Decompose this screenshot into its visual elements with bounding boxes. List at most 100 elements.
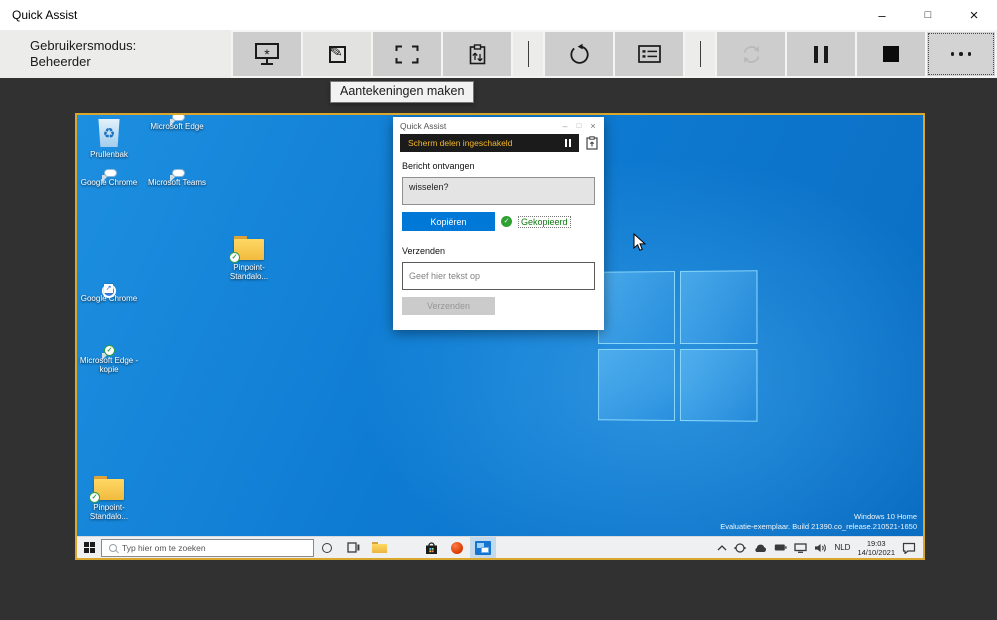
- remote-close-button[interactable]: ×: [586, 121, 600, 131]
- maximize-icon: □: [925, 9, 932, 21]
- action-center-icon[interactable]: [902, 542, 916, 554]
- restart-button[interactable]: [545, 32, 613, 76]
- monitor-annotation-button[interactable]: *: [233, 32, 301, 76]
- instructions-icon: [469, 44, 486, 65]
- window-controls: – □ ×: [859, 0, 997, 30]
- task-view-icon: [347, 542, 360, 553]
- minimize-icon: –: [878, 8, 885, 23]
- desktop-icon-edge-kopie[interactable]: ✓ Microsoft Edge - kopie: [77, 353, 141, 374]
- app-titlebar: Quick Assist – □ ×: [0, 0, 997, 30]
- network-icon[interactable]: [794, 543, 807, 553]
- minimize-button[interactable]: –: [859, 0, 905, 30]
- cloud-badge-icon: [172, 169, 185, 177]
- user-mode-label: Gebruikersmodus: Beheerder: [0, 30, 231, 78]
- cortana-button[interactable]: [314, 537, 340, 559]
- copy-button[interactable]: Kopiëren: [402, 212, 495, 231]
- taskbar-search-box[interactable]: [101, 539, 314, 557]
- desktop-icon-google-chrome[interactable]: ↗ Google Chrome: [77, 291, 141, 303]
- stop-icon: [883, 46, 899, 62]
- folder-icon: ✓: [234, 236, 264, 260]
- quick-assist-icon: [475, 541, 491, 555]
- update-status-icon[interactable]: [734, 542, 746, 554]
- windows-wallpaper-logo: [598, 270, 757, 422]
- task-view-button[interactable]: [340, 537, 366, 559]
- start-button[interactable]: [77, 537, 101, 559]
- copied-check-icon: ✓: [501, 216, 512, 227]
- recycle-bin-icon: ♻: [97, 119, 121, 147]
- desktop-icon-google-chrome-file[interactable]: Google Chrome: [77, 175, 141, 187]
- tooltip: Aantekeningen maken: [330, 81, 474, 103]
- pause-button[interactable]: [787, 32, 855, 76]
- desktop-icon-microsoft-edge[interactable]: Microsoft Edge: [145, 119, 209, 131]
- file-explorer-icon: [372, 542, 387, 553]
- desktop-icon-recycle-bin[interactable]: ♻ Prullenbak: [77, 119, 141, 159]
- received-message-box: wisselen?: [402, 177, 595, 205]
- received-label: Bericht ontvangen: [402, 161, 595, 171]
- more-options-button[interactable]: [927, 32, 995, 76]
- instructions-button[interactable]: [443, 32, 511, 76]
- toolbar: Gebruikersmodus: Beheerder * ✎: [0, 30, 997, 78]
- desktop-icon-pinpoint-folder-2[interactable]: ✓ Pinpoint-Standalo...: [77, 476, 141, 521]
- battery-icon[interactable]: [774, 543, 787, 552]
- remote-mouse-cursor: [633, 233, 646, 257]
- check-badge-icon: ✓: [104, 345, 115, 356]
- office-icon: [451, 542, 463, 554]
- language-indicator[interactable]: NLD: [834, 543, 850, 552]
- close-button[interactable]: ×: [951, 0, 997, 30]
- remote-desktop-view[interactable]: ♻ Prullenbak Microsoft Edge Google Chrom…: [75, 113, 925, 560]
- taskbar-clock[interactable]: 19:03 14/10/2021: [857, 539, 895, 557]
- remote-maximize-button[interactable]: □: [572, 121, 586, 130]
- remote-window-titlebar: Quick Assist – □ ×: [393, 117, 604, 134]
- pause-icon: [814, 46, 828, 63]
- file-explorer-button[interactable]: [366, 537, 392, 559]
- shortcut-arrow-icon: ↗: [104, 284, 113, 293]
- quick-assist-taskbar-button[interactable]: [470, 537, 496, 559]
- send-message-input[interactable]: [402, 262, 595, 290]
- onedrive-icon[interactable]: [753, 543, 767, 553]
- tray-chevron-icon[interactable]: [717, 545, 727, 551]
- app-title: Quick Assist: [0, 8, 77, 22]
- desktop-icon-microsoft-teams[interactable]: Microsoft Teams: [145, 175, 209, 187]
- reconnect-icon: [740, 44, 763, 65]
- toolbar-separator: [685, 32, 715, 76]
- task-manager-button[interactable]: [615, 32, 683, 76]
- search-icon: [109, 544, 117, 552]
- clock-time: 19:03: [857, 539, 895, 548]
- check-badge-icon: ✓: [89, 492, 100, 503]
- remote-window-title: Quick Assist: [393, 121, 558, 131]
- fit-screen-icon: [395, 45, 419, 64]
- ellipsis-icon: [951, 52, 972, 56]
- windows-watermark: Windows 10 Home Evaluatie-exemplaar. Bui…: [720, 512, 917, 532]
- monitor-annotation-icon: *: [255, 43, 279, 59]
- remote-window-body: Bericht ontvangen wisselen? Kopiëren ✓ G…: [393, 161, 604, 315]
- close-icon: ×: [970, 7, 979, 24]
- desktop-icon-pinpoint-folder[interactable]: ✓ Pinpoint-Standalo...: [217, 236, 281, 281]
- annotate-button[interactable]: ✎: [303, 32, 371, 76]
- task-manager-icon: [638, 45, 661, 63]
- cloud-badge-icon: [104, 169, 117, 177]
- send-button[interactable]: Verzenden: [402, 297, 495, 315]
- remote-banner-row: Scherm delen ingeschakeld: [400, 134, 598, 152]
- microsoft-store-button[interactable]: [418, 537, 444, 559]
- folder-icon: ✓: [94, 476, 124, 500]
- cloud-badge-icon: [172, 113, 185, 121]
- remote-minimize-button[interactable]: –: [558, 121, 572, 131]
- toolbar-separator: [513, 32, 543, 76]
- reconnect-button: [717, 32, 785, 76]
- volume-icon[interactable]: [814, 543, 827, 553]
- store-icon: [425, 541, 438, 555]
- pause-sharing-icon[interactable]: [565, 139, 572, 147]
- search-input[interactable]: [122, 543, 313, 553]
- office-button[interactable]: [444, 537, 470, 559]
- copied-link[interactable]: Gekopieerd: [518, 216, 571, 228]
- stop-button[interactable]: [857, 32, 925, 76]
- windows-start-icon: [84, 542, 95, 553]
- fit-screen-button[interactable]: [373, 32, 441, 76]
- send-label: Verzenden: [402, 246, 595, 256]
- quick-assist-app: Quick Assist – □ × Gebruikersmodus: Behe…: [0, 0, 997, 620]
- remote-taskbar: NLD 19:03 14/10/2021: [77, 536, 923, 558]
- cortana-icon: [322, 543, 332, 553]
- annotate-icon: ✎: [329, 46, 346, 63]
- clipboard-icon[interactable]: [586, 136, 598, 150]
- maximize-button[interactable]: □: [905, 0, 951, 30]
